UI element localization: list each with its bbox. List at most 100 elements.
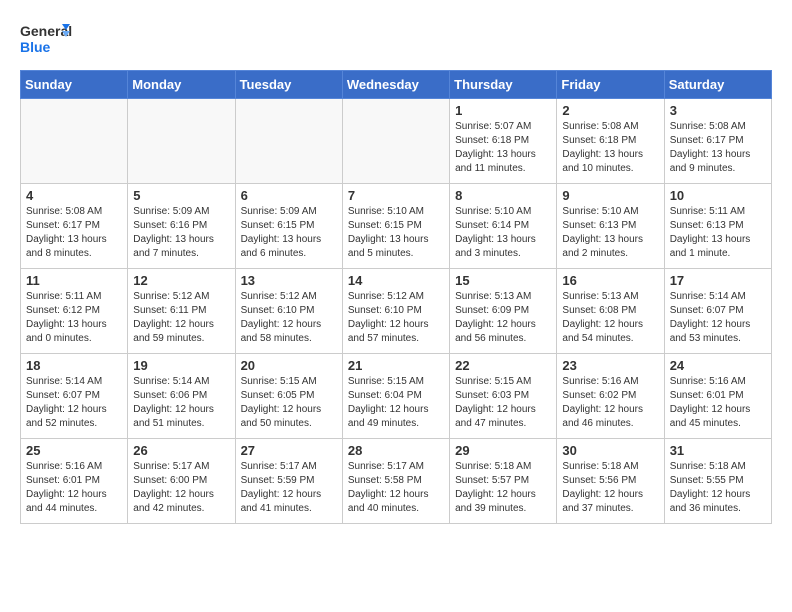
day-detail: Sunrise: 5:15 AM Sunset: 6:04 PM Dayligh…	[348, 375, 444, 431]
day-header-sunday: Sunday	[21, 71, 128, 99]
calendar-cell: 23 Sunrise: 5:16 AM Sunset: 6:02 PM Dayli…	[557, 354, 664, 439]
calendar-week-5: 25 Sunrise: 5:16 AM Sunset: 6:01 PM Dayli…	[21, 439, 772, 524]
calendar-cell: 1 Sunrise: 5:07 AM Sunset: 6:18 PM Daylig…	[450, 99, 557, 184]
day-detail: Sunrise: 5:08 AM Sunset: 6:17 PM Dayligh…	[670, 120, 766, 176]
calendar-cell	[235, 99, 342, 184]
day-header-friday: Friday	[557, 71, 664, 99]
day-number: 3	[670, 103, 766, 118]
calendar-cell	[21, 99, 128, 184]
day-number: 16	[562, 273, 658, 288]
day-number: 27	[241, 443, 337, 458]
day-number: 10	[670, 188, 766, 203]
calendar-cell: 6 Sunrise: 5:09 AM Sunset: 6:15 PM Daylig…	[235, 184, 342, 269]
calendar-cell: 9Sunrise: 5:10 AM Sunset: 6:13 PM Daylig…	[557, 184, 664, 269]
day-detail: Sunrise: 5:14 AM Sunset: 6:07 PM Dayligh…	[670, 290, 766, 346]
day-detail: Sunrise: 5:14 AM Sunset: 6:06 PM Dayligh…	[133, 375, 229, 431]
calendar-header-row: SundayMondayTuesdayWednesdayThursdayFrid…	[21, 71, 772, 99]
calendar-week-1: 1 Sunrise: 5:07 AM Sunset: 6:18 PM Daylig…	[21, 99, 772, 184]
day-detail: Sunrise: 5:16 AM Sunset: 6:02 PM Dayligh…	[562, 375, 658, 431]
day-number: 21	[348, 358, 444, 373]
day-number: 4	[26, 188, 122, 203]
day-header-wednesday: Wednesday	[342, 71, 449, 99]
day-number: 28	[348, 443, 444, 458]
calendar-cell: 13 Sunrise: 5:12 AM Sunset: 6:10 PM Dayli…	[235, 269, 342, 354]
day-detail: Sunrise: 5:14 AM Sunset: 6:07 PM Dayligh…	[26, 375, 122, 431]
day-detail: Sunrise: 5:18 AM Sunset: 5:57 PM Dayligh…	[455, 460, 551, 516]
day-detail: Sunrise: 5:13 AM Sunset: 6:09 PM Dayligh…	[455, 290, 551, 346]
day-number: 11	[26, 273, 122, 288]
calendar-cell: 10 Sunrise: 5:11 AM Sunset: 6:13 PM Dayli…	[664, 184, 771, 269]
calendar-table: SundayMondayTuesdayWednesdayThursdayFrid…	[20, 70, 772, 524]
calendar-cell: 14 Sunrise: 5:12 AM Sunset: 6:10 PM Dayli…	[342, 269, 449, 354]
calendar-cell: 4 Sunrise: 5:08 AM Sunset: 6:17 PM Daylig…	[21, 184, 128, 269]
day-number: 2	[562, 103, 658, 118]
calendar-cell: 18Sunrise: 5:14 AM Sunset: 6:07 PM Dayli…	[21, 354, 128, 439]
calendar-cell: 20Sunrise: 5:15 AM Sunset: 6:05 PM Dayli…	[235, 354, 342, 439]
calendar-cell: 12 Sunrise: 5:12 AM Sunset: 6:11 PM Dayli…	[128, 269, 235, 354]
day-detail: Sunrise: 5:17 AM Sunset: 6:00 PM Dayligh…	[133, 460, 229, 516]
calendar-cell: 21 Sunrise: 5:15 AM Sunset: 6:04 PM Dayli…	[342, 354, 449, 439]
day-detail: Sunrise: 5:09 AM Sunset: 6:15 PM Dayligh…	[241, 205, 337, 261]
day-number: 25	[26, 443, 122, 458]
day-detail: Sunrise: 5:07 AM Sunset: 6:18 PM Dayligh…	[455, 120, 551, 176]
day-number: 20	[241, 358, 337, 373]
day-detail: Sunrise: 5:16 AM Sunset: 6:01 PM Dayligh…	[26, 460, 122, 516]
calendar-cell: 29 Sunrise: 5:18 AM Sunset: 5:57 PM Dayli…	[450, 439, 557, 524]
day-detail: Sunrise: 5:16 AM Sunset: 6:01 PM Dayligh…	[670, 375, 766, 431]
calendar-cell: 27Sunrise: 5:17 AM Sunset: 5:59 PM Dayli…	[235, 439, 342, 524]
calendar-cell: 11 Sunrise: 5:11 AM Sunset: 6:12 PM Dayli…	[21, 269, 128, 354]
day-detail: Sunrise: 5:10 AM Sunset: 6:15 PM Dayligh…	[348, 205, 444, 261]
logo: GeneralBlue	[20, 20, 75, 60]
day-detail: Sunrise: 5:17 AM Sunset: 5:58 PM Dayligh…	[348, 460, 444, 516]
day-detail: Sunrise: 5:11 AM Sunset: 6:13 PM Dayligh…	[670, 205, 766, 261]
day-detail: Sunrise: 5:18 AM Sunset: 5:55 PM Dayligh…	[670, 460, 766, 516]
day-number: 12	[133, 273, 229, 288]
day-number: 19	[133, 358, 229, 373]
logo-svg: GeneralBlue	[20, 20, 75, 60]
day-number: 13	[241, 273, 337, 288]
calendar-cell: 26 Sunrise: 5:17 AM Sunset: 6:00 PM Dayli…	[128, 439, 235, 524]
calendar-week-3: 11 Sunrise: 5:11 AM Sunset: 6:12 PM Dayli…	[21, 269, 772, 354]
day-number: 23	[562, 358, 658, 373]
day-number: 6	[241, 188, 337, 203]
day-number: 26	[133, 443, 229, 458]
calendar-cell: 17 Sunrise: 5:14 AM Sunset: 6:07 PM Dayli…	[664, 269, 771, 354]
day-detail: Sunrise: 5:08 AM Sunset: 6:17 PM Dayligh…	[26, 205, 122, 261]
calendar-cell	[128, 99, 235, 184]
day-detail: Sunrise: 5:12 AM Sunset: 6:10 PM Dayligh…	[241, 290, 337, 346]
calendar-cell: 30 Sunrise: 5:18 AM Sunset: 5:56 PM Dayli…	[557, 439, 664, 524]
day-detail: Sunrise: 5:12 AM Sunset: 6:10 PM Dayligh…	[348, 290, 444, 346]
calendar-cell: 7Sunrise: 5:10 AM Sunset: 6:15 PM Daylig…	[342, 184, 449, 269]
calendar-cell: 15 Sunrise: 5:13 AM Sunset: 6:09 PM Dayli…	[450, 269, 557, 354]
day-number: 9	[562, 188, 658, 203]
day-number: 29	[455, 443, 551, 458]
day-number: 17	[670, 273, 766, 288]
day-detail: Sunrise: 5:08 AM Sunset: 6:18 PM Dayligh…	[562, 120, 658, 176]
day-header-thursday: Thursday	[450, 71, 557, 99]
day-header-saturday: Saturday	[664, 71, 771, 99]
calendar-cell: 2 Sunrise: 5:08 AM Sunset: 6:18 PM Daylig…	[557, 99, 664, 184]
calendar-cell: 19 Sunrise: 5:14 AM Sunset: 6:06 PM Dayli…	[128, 354, 235, 439]
day-number: 30	[562, 443, 658, 458]
day-number: 15	[455, 273, 551, 288]
calendar-cell	[342, 99, 449, 184]
day-detail: Sunrise: 5:13 AM Sunset: 6:08 PM Dayligh…	[562, 290, 658, 346]
day-number: 1	[455, 103, 551, 118]
calendar-cell: 16 Sunrise: 5:13 AM Sunset: 6:08 PM Dayli…	[557, 269, 664, 354]
day-number: 8	[455, 188, 551, 203]
day-detail: Sunrise: 5:12 AM Sunset: 6:11 PM Dayligh…	[133, 290, 229, 346]
calendar-cell: 28 Sunrise: 5:17 AM Sunset: 5:58 PM Dayli…	[342, 439, 449, 524]
day-detail: Sunrise: 5:15 AM Sunset: 6:03 PM Dayligh…	[455, 375, 551, 431]
calendar-cell: 8Sunrise: 5:10 AM Sunset: 6:14 PM Daylig…	[450, 184, 557, 269]
calendar-cell: 3 Sunrise: 5:08 AM Sunset: 6:17 PM Daylig…	[664, 99, 771, 184]
day-detail: Sunrise: 5:11 AM Sunset: 6:12 PM Dayligh…	[26, 290, 122, 346]
day-number: 31	[670, 443, 766, 458]
day-detail: Sunrise: 5:09 AM Sunset: 6:16 PM Dayligh…	[133, 205, 229, 261]
day-detail: Sunrise: 5:18 AM Sunset: 5:56 PM Dayligh…	[562, 460, 658, 516]
day-number: 14	[348, 273, 444, 288]
day-number: 22	[455, 358, 551, 373]
day-header-tuesday: Tuesday	[235, 71, 342, 99]
calendar-cell: 31 Sunrise: 5:18 AM Sunset: 5:55 PM Dayli…	[664, 439, 771, 524]
calendar-week-2: 4 Sunrise: 5:08 AM Sunset: 6:17 PM Daylig…	[21, 184, 772, 269]
calendar-week-4: 18Sunrise: 5:14 AM Sunset: 6:07 PM Dayli…	[21, 354, 772, 439]
